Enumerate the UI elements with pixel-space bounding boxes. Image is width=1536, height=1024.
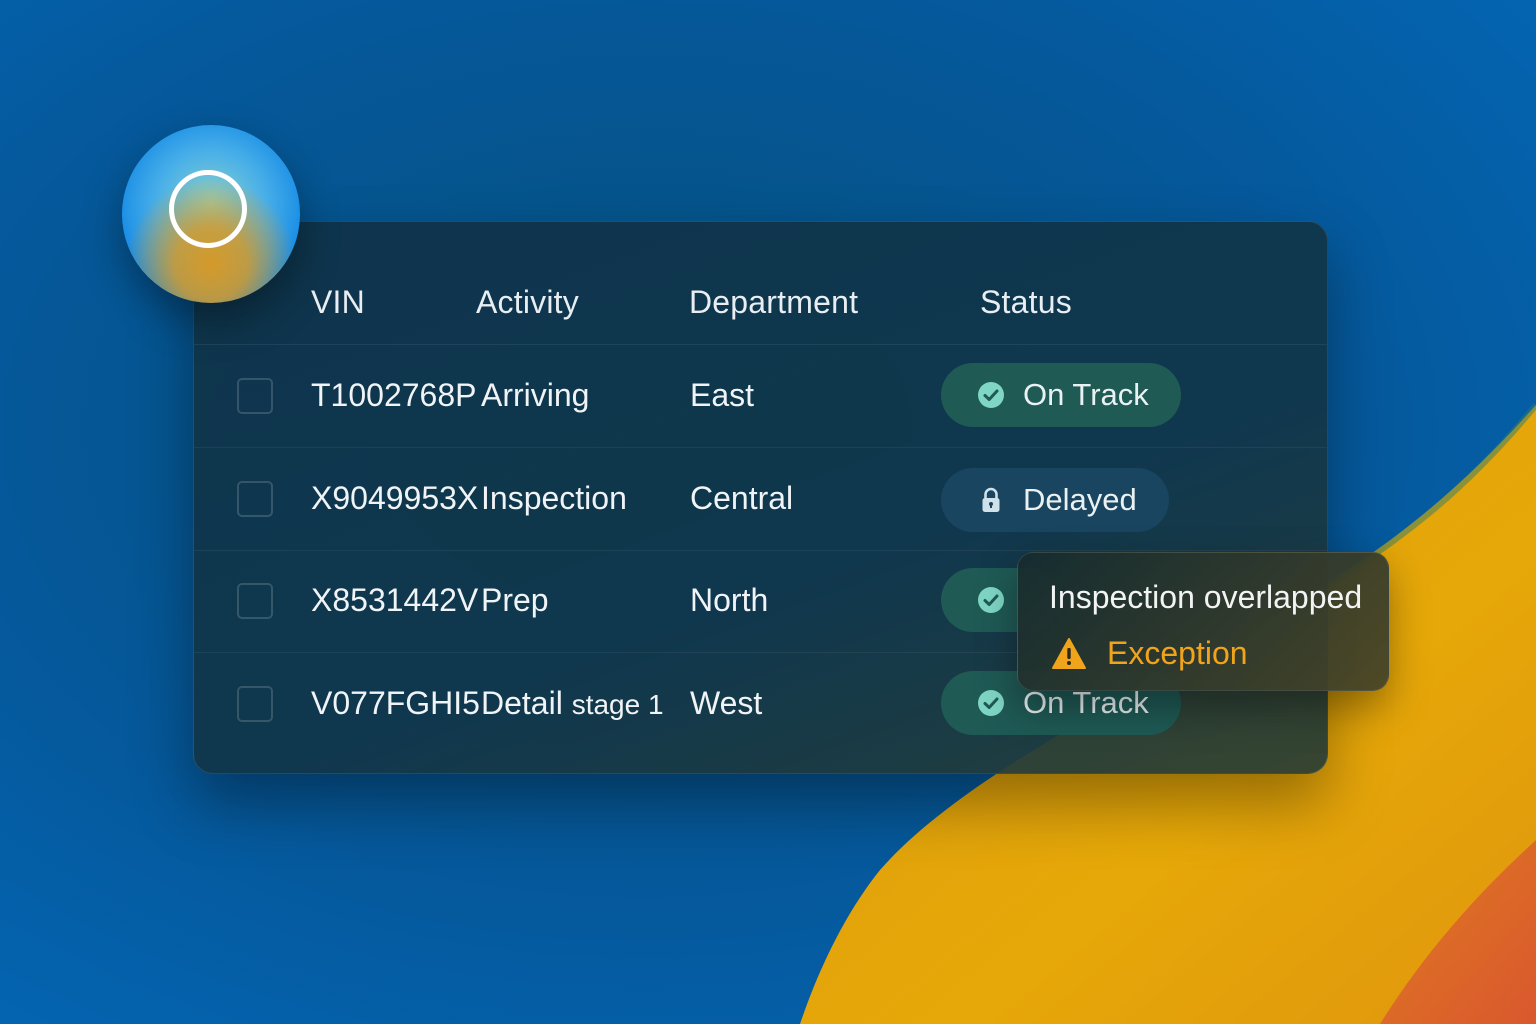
column-header-status[interactable]: Status (980, 284, 1072, 321)
warning-icon (1051, 637, 1087, 671)
row-checkbox[interactable] (237, 378, 273, 414)
department-cell: North (690, 582, 769, 618)
tooltip-title: Inspection overlapped (1049, 579, 1363, 615)
status-label: Delayed (1023, 482, 1137, 517)
tooltip-exception-label: Exception (1107, 635, 1248, 671)
table-header-row: VIN Activity Department Status (194, 222, 1327, 345)
activity-cell: Inspection (481, 480, 627, 516)
check-circle-icon (977, 586, 1005, 614)
activity-text: Detail (481, 685, 563, 721)
row-checkbox[interactable] (237, 686, 273, 722)
department-cell: East (690, 377, 755, 413)
status-badge[interactable]: Delayed (941, 468, 1169, 532)
status-badge[interactable]: On Track (941, 363, 1181, 427)
ring-icon (169, 170, 247, 248)
status-label: On Track (1023, 377, 1149, 412)
vin-cell: X8531442V (311, 582, 479, 618)
column-header-department[interactable]: Department (689, 284, 858, 321)
department-cell: Central (690, 480, 794, 516)
vin-cell: T1002768P (311, 377, 477, 413)
exception-tooltip: Inspection overlapped Exception (1017, 552, 1389, 691)
department-cell: West (690, 685, 763, 721)
table-row[interactable]: T1002768P Arriving East On Track (194, 345, 1327, 448)
row-checkbox[interactable] (237, 481, 273, 517)
column-header-activity[interactable]: Activity (476, 284, 579, 321)
column-header-vin[interactable]: VIN (311, 284, 365, 321)
activity-suffix: stage 1 (571, 689, 664, 720)
vin-cell: X9049953X (311, 480, 479, 516)
table-row[interactable]: X9049953X Inspection Central Delayed (194, 448, 1327, 551)
vin-cell: V077FGHI5 (311, 685, 480, 721)
activity-cell: Detail stage 1 (481, 685, 664, 722)
assistant-orb-button[interactable] (122, 125, 300, 303)
row-checkbox[interactable] (237, 583, 273, 619)
activity-cell: Arriving (481, 377, 590, 413)
lock-icon (977, 486, 1005, 514)
vehicle-status-table: VIN Activity Department Status T1002768P… (193, 221, 1328, 774)
activity-cell: Prep (481, 582, 549, 618)
check-circle-icon (977, 381, 1005, 409)
check-circle-icon (977, 689, 1005, 717)
